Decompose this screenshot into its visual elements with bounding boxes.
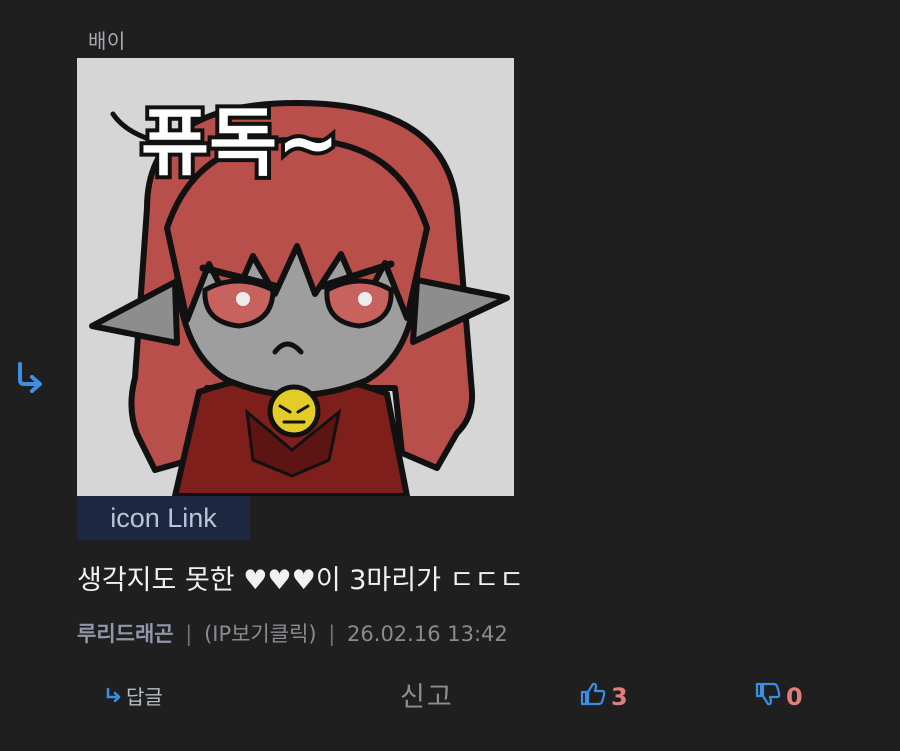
meta-separator: |	[328, 622, 336, 646]
comment-actions: 답글 신고 3 0	[0, 675, 900, 719]
comment-screen: 배이 퓨독~ icon Link 생각지도 못한 ♥♥♥이 3마리가 ㄷㄷㄷ 루…	[0, 0, 900, 751]
reply-label: 답글	[126, 685, 163, 709]
report-button[interactable]: 신고	[400, 675, 454, 714]
meta-separator: |	[185, 622, 193, 646]
ip-view-link[interactable]: (IP보기클릭)	[204, 622, 317, 646]
reply-arrow-icon	[104, 684, 126, 708]
author-name[interactable]: 루리드래곤	[77, 622, 174, 646]
comment-meta: 루리드래곤 | (IP보기클릭) | 26.02.16 13:42	[77, 618, 508, 648]
thumbs-down-icon	[754, 680, 786, 714]
like-count: 3	[611, 683, 628, 711]
comment-text: 생각지도 못한 ♥♥♥이 3마리가 ㄷㄷㄷ	[77, 565, 525, 596]
timestamp: 26.02.16 13:42	[347, 622, 508, 646]
dislike-count: 0	[786, 683, 803, 711]
reply-indent-icon	[10, 358, 48, 394]
sticker-caption: 퓨독~	[141, 100, 339, 186]
reply-button[interactable]: 답글	[104, 681, 163, 710]
thumbs-up-icon	[579, 680, 611, 714]
like-button[interactable]: 3	[579, 680, 628, 714]
header-label: 배이	[88, 29, 126, 53]
icon-link-button[interactable]: icon Link	[77, 496, 250, 540]
sticker-image[interactable]: 퓨독~	[77, 58, 514, 496]
dislike-button[interactable]: 0	[754, 680, 803, 714]
